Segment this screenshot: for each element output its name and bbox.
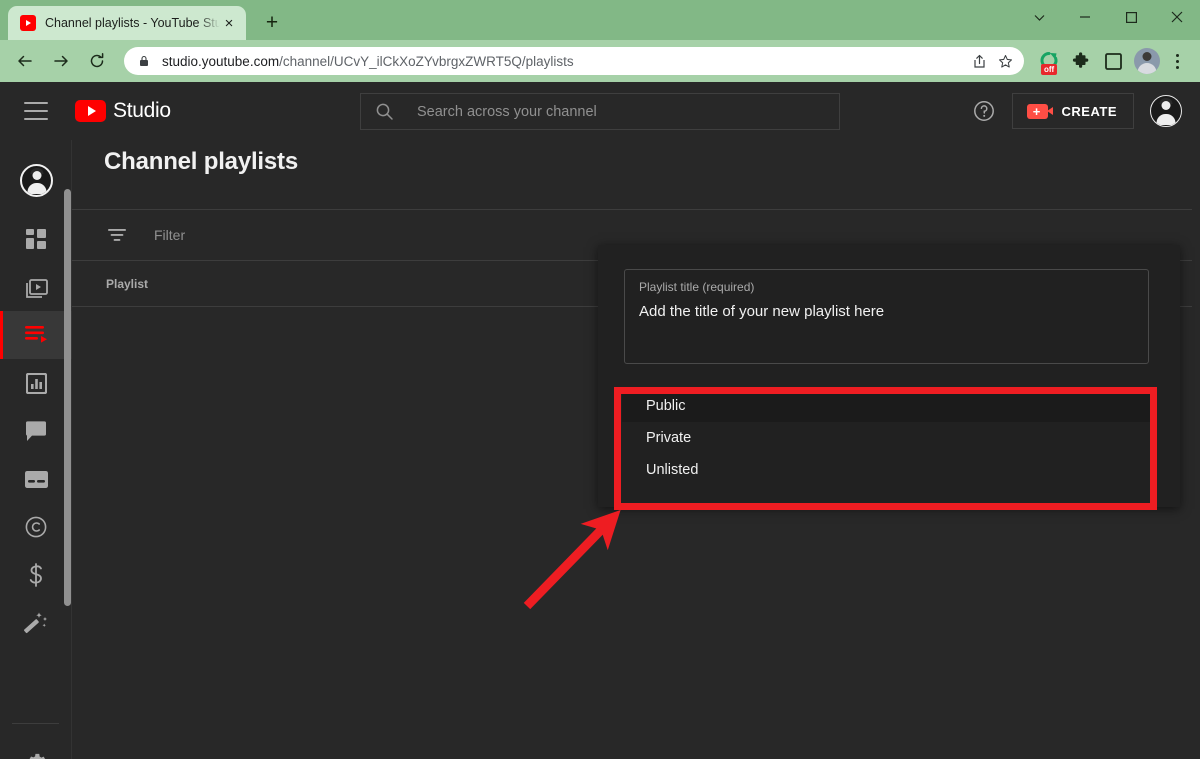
youtube-studio-page: Studio + CREATE Search across your chann…	[0, 82, 1200, 759]
filter-input[interactable]: Filter	[154, 227, 185, 243]
url-text: studio.youtube.com/channel/UCvY_ilCkXoZY…	[162, 54, 966, 69]
studio-sidebar	[0, 140, 72, 759]
back-button[interactable]	[10, 46, 40, 76]
column-header-playlist: Playlist	[106, 276, 149, 291]
new-tab-button[interactable]: +	[258, 8, 286, 36]
extension-adblock-icon[interactable]: off	[1034, 46, 1064, 76]
sidebar-item-content[interactable]	[0, 263, 72, 311]
page-title: Channel playlists	[104, 148, 298, 175]
tab-strip: Channel playlists - YouTube Studio × +	[0, 0, 1200, 40]
close-icon[interactable]	[1154, 0, 1200, 34]
comment-bubble-icon	[25, 420, 47, 442]
sidebar-item-analytics[interactable]	[0, 359, 72, 407]
avatar-head	[1142, 52, 1152, 61]
lock-icon	[136, 55, 152, 67]
magic-wand-icon	[24, 611, 48, 635]
window-controls	[1016, 0, 1200, 34]
dollar-sign-icon	[26, 563, 46, 587]
copyright-icon	[25, 516, 47, 538]
forward-button[interactable]	[46, 46, 76, 76]
sidebar-item-audio-library[interactable]	[0, 599, 72, 647]
channel-avatar[interactable]	[20, 164, 53, 197]
hamburger-line	[24, 118, 48, 120]
maximize-icon[interactable]	[1108, 0, 1154, 34]
privacy-option-public[interactable]: Public	[622, 390, 1156, 422]
privacy-option-unlisted[interactable]: Unlisted	[622, 454, 1156, 486]
privacy-option-private[interactable]: Private	[622, 422, 1156, 454]
url-path: /channel/UCvY_ilCkXoZYvbrgxZWRT5Q/playli…	[279, 53, 574, 69]
avatar-body	[1137, 63, 1157, 74]
youtube-favicon	[20, 15, 36, 31]
extensions-puzzle-icon[interactable]	[1066, 46, 1096, 76]
filter-icon[interactable]	[108, 228, 128, 242]
browser-window: Channel playlists - YouTube Studio × + s…	[0, 0, 1200, 759]
studio-wordmark: Studio	[113, 99, 171, 122]
search-placeholder: Search across your channel	[417, 103, 597, 120]
tab-title: Channel playlists - YouTube Studio	[45, 16, 220, 30]
sidebar-item-copyright[interactable]	[0, 503, 72, 551]
subtitles-icon	[24, 470, 48, 488]
create-button[interactable]: + CREATE	[1011, 93, 1134, 129]
hamburger-line	[24, 110, 48, 112]
avatar-body	[27, 183, 46, 194]
studio-logo[interactable]: Studio	[75, 99, 171, 123]
menu-dot	[1175, 65, 1179, 69]
hamburger-menu[interactable]	[24, 102, 48, 120]
extension-off-badge: off	[1041, 64, 1058, 75]
privacy-options-dropdown: Public Private Unlisted	[622, 390, 1156, 500]
minimize-icon[interactable]	[1062, 0, 1108, 34]
video-content-icon	[25, 276, 48, 299]
new-playlist-dialog: Playlist title (required) Add the title …	[598, 245, 1180, 507]
hamburger-line	[24, 102, 48, 104]
bar-chart-icon	[25, 372, 47, 394]
create-button-label: CREATE	[1061, 103, 1117, 119]
bookmark-star-icon[interactable]	[992, 48, 1018, 74]
avatar-head	[1161, 101, 1171, 110]
help-circle-icon[interactable]	[964, 91, 1004, 131]
studio-account-avatar[interactable]	[1150, 95, 1182, 127]
youtube-play-logo-icon	[75, 100, 106, 122]
playlist-title-label: Playlist title (required)	[639, 280, 755, 294]
video-camera-plus-icon: +	[1026, 103, 1053, 119]
playlist-icon	[24, 325, 48, 345]
sidebar-item-monetization[interactable]	[0, 551, 72, 599]
sidepanel-icon[interactable]	[1098, 46, 1128, 76]
avatar-body	[1156, 114, 1176, 125]
sidebar-item-dashboard[interactable]	[0, 215, 72, 263]
address-bar[interactable]: studio.youtube.com/channel/UCvY_ilCkXoZY…	[124, 47, 1024, 75]
search-wrapper: Search across your channel	[360, 93, 840, 130]
browser-toolbar: studio.youtube.com/channel/UCvY_ilCkXoZY…	[0, 40, 1200, 82]
sidebar-item-subtitles[interactable]	[0, 455, 72, 503]
tab-close-icon[interactable]: ×	[220, 14, 238, 32]
sidebar-scrollbar[interactable]	[64, 189, 71, 606]
playlist-title-value: Add the title of your new playlist here	[639, 303, 885, 320]
studio-header-right: + CREATE	[964, 82, 1182, 140]
gear-icon	[25, 751, 48, 759]
reload-button[interactable]	[82, 46, 112, 76]
url-host: studio.youtube.com	[162, 53, 280, 69]
sidebar-item-comments[interactable]	[0, 407, 72, 455]
sidebar-divider	[12, 723, 59, 724]
search-input[interactable]: Search across your channel	[360, 93, 840, 130]
sidebar-item-settings[interactable]	[0, 738, 72, 759]
menu-dot	[1175, 53, 1179, 57]
menu-dot	[1175, 59, 1179, 63]
playlist-title-input[interactable]: Playlist title (required) Add the title …	[624, 269, 1149, 364]
sidebar-item-playlists[interactable]	[0, 311, 72, 359]
browser-tab[interactable]: Channel playlists - YouTube Studio ×	[8, 6, 246, 40]
chevron-down-icon[interactable]	[1016, 0, 1062, 34]
share-icon[interactable]	[966, 48, 992, 74]
chrome-three-dot-menu[interactable]	[1164, 46, 1190, 76]
search-icon	[375, 102, 395, 121]
avatar-head	[32, 171, 41, 180]
chrome-profile-avatar[interactable]	[1134, 48, 1160, 74]
dashboard-grid-icon	[25, 228, 47, 250]
content-scrollbar[interactable]	[1192, 140, 1200, 759]
